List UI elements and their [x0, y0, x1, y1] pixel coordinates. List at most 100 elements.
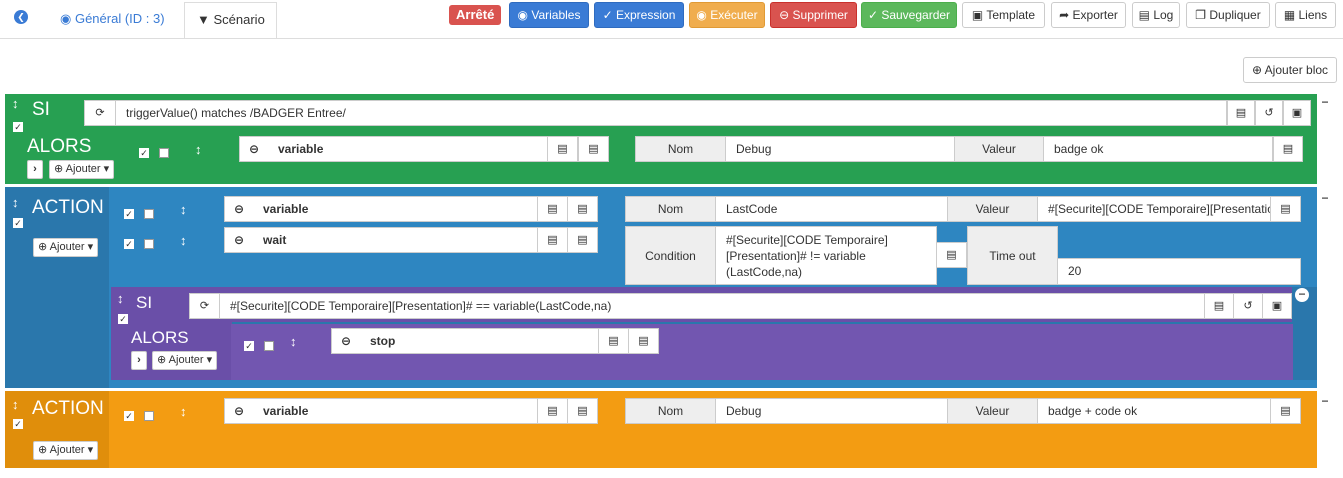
valeur-label: Valeur [947, 398, 1038, 424]
valeur-input[interactable]: #[Securite][CODE Temporaire][Presentatio [1037, 196, 1271, 222]
drag-handle-icon[interactable]: ↕ [117, 291, 124, 306]
collapse-icon[interactable]: › [27, 160, 43, 179]
log-button[interactable]: ▤ Log [1132, 2, 1180, 28]
parallel-checkbox[interactable] [144, 239, 154, 249]
parallel-checkbox[interactable] [144, 209, 154, 219]
enable-checkbox[interactable] [13, 419, 23, 429]
eye-icon: ◉ [517, 8, 532, 22]
add-action-button[interactable]: ⊕ Ajouter ▾ [33, 441, 99, 460]
options-icon[interactable]: ▤ [567, 227, 598, 253]
parallel-checkbox[interactable] [264, 341, 274, 351]
nom-label: Nom [625, 398, 716, 424]
history-icon[interactable]: ↺ [1255, 100, 1283, 126]
drag-handle-icon[interactable]: ↕ [180, 202, 187, 217]
drag-handle-icon[interactable]: ↕ [180, 233, 187, 248]
alors-keyword: ALORS [27, 136, 92, 157]
cube-icon[interactable]: ▣ [1262, 293, 1292, 319]
add-action-button[interactable]: ⊕ Ajouter ▾ [33, 238, 99, 257]
enable-checkbox[interactable] [13, 122, 23, 132]
drag-handle-icon[interactable]: ↕ [195, 142, 202, 157]
enable-checkbox[interactable] [118, 314, 128, 324]
minus-circle-icon[interactable]: ⊖ [249, 142, 259, 156]
list-icon[interactable]: ▤ [1270, 196, 1301, 222]
enable-checkbox[interactable] [139, 148, 149, 158]
options-icon[interactable]: ▤ [567, 398, 598, 424]
links-button[interactable]: ▦ Liens [1275, 2, 1336, 28]
collapse-icon[interactable]: › [131, 351, 147, 370]
condition-textarea[interactable]: #[Securite][CODE Temporaire] [Presentati… [715, 226, 937, 285]
list-icon[interactable]: ▤ [936, 242, 967, 268]
options-icon[interactable]: ▤ [567, 196, 598, 222]
remove-block-icon[interactable]: − [1318, 192, 1332, 206]
delete-button[interactable]: ⊖ Supprimer [770, 2, 857, 28]
minus-circle-icon[interactable]: ⊖ [234, 404, 244, 418]
plus-circle-icon: ⊕ [54, 163, 66, 175]
back-icon[interactable]: ❮ [14, 10, 28, 24]
list-icon[interactable]: ▤ [537, 196, 568, 222]
valeur-label: Valeur [954, 136, 1044, 162]
list-icon[interactable]: ▤ [1273, 136, 1303, 162]
options-icon[interactable]: ▤ [578, 136, 609, 162]
list-icon[interactable]: ▤ [1204, 293, 1234, 319]
add-block-button[interactable]: ⊕ Ajouter bloc [1243, 57, 1337, 83]
tab-general[interactable]: ◉ Général (ID : 3) [60, 8, 165, 30]
history-icon[interactable]: ↺ [1233, 293, 1263, 319]
list-icon[interactable]: ▤ [1270, 398, 1301, 424]
enable-checkbox[interactable] [124, 411, 134, 421]
plus-circle-icon: ⊕ [38, 241, 50, 253]
refresh-icon[interactable]: ⟳ [84, 100, 116, 126]
add-action-button[interactable]: ⊕ Ajouter ▾ [49, 160, 115, 179]
nom-input[interactable]: Debug [715, 398, 948, 424]
minus-circle-icon[interactable]: ⊖ [341, 334, 351, 348]
nom-input[interactable]: Debug [725, 136, 955, 162]
enable-checkbox[interactable] [244, 341, 254, 351]
remove-block-icon[interactable]: − [1318, 395, 1332, 409]
variables-button[interactable]: ◉ Variables [509, 2, 589, 28]
nom-input[interactable]: LastCode [715, 196, 948, 222]
minus-circle-icon[interactable]: ⊖ [234, 202, 244, 216]
drag-handle-icon[interactable]: ↕ [12, 96, 19, 111]
plus-circle-icon: ⊕ [1251, 63, 1265, 77]
add-action-button[interactable]: ⊕ Ajouter ▾ [152, 351, 218, 370]
timeout-label: Time out [967, 226, 1058, 285]
copy-icon: ❐ [1195, 8, 1210, 22]
action-keyword: ACTION [32, 197, 104, 218]
si-keyword: SI [32, 99, 50, 120]
enable-checkbox[interactable] [124, 239, 134, 249]
options-icon[interactable]: ▤ [628, 328, 659, 354]
drag-handle-icon[interactable]: ↕ [12, 195, 19, 210]
list-icon[interactable]: ▤ [1227, 100, 1255, 126]
condition-input[interactable]: triggerValue() matches /BADGER Entree/ [115, 100, 1227, 126]
condition-input[interactable]: #[Securite][CODE Temporaire][Presentatio… [219, 293, 1205, 319]
remove-block-icon[interactable]: − [1318, 96, 1332, 110]
si-keyword: SI [136, 293, 153, 312]
save-button[interactable]: ✓ Sauvegarder [861, 2, 957, 28]
condition-label: Condition [625, 226, 716, 285]
template-button[interactable]: ▣ Template [962, 2, 1045, 28]
enable-checkbox[interactable] [124, 209, 134, 219]
drag-handle-icon[interactable]: ↕ [180, 404, 187, 419]
list-icon[interactable]: ▤ [537, 398, 568, 424]
tab-scenario[interactable]: ▼ Scénario [184, 2, 277, 39]
cube-icon[interactable]: ▣ [1283, 100, 1311, 126]
refresh-icon[interactable]: ⟳ [189, 293, 220, 319]
list-icon[interactable]: ▤ [537, 227, 568, 253]
enable-checkbox[interactable] [13, 218, 23, 228]
list-icon[interactable]: ▤ [547, 136, 578, 162]
list-icon[interactable]: ▤ [598, 328, 629, 354]
timeout-input[interactable]: 20 [1057, 258, 1301, 285]
filter-icon: ▼ [197, 12, 214, 27]
drag-handle-icon[interactable]: ↕ [12, 397, 19, 412]
expression-button[interactable]: ✓ Expression [594, 2, 684, 28]
drag-handle-icon[interactable]: ↕ [290, 334, 297, 349]
remove-block-icon[interactable]: − [1295, 288, 1309, 302]
parallel-checkbox[interactable] [159, 148, 169, 158]
nom-label: Nom [625, 196, 716, 222]
export-button[interactable]: ➦ Exporter [1051, 2, 1126, 28]
valeur-input[interactable]: badge + code ok [1037, 398, 1271, 424]
duplicate-button[interactable]: ❐ Dupliquer [1186, 2, 1270, 28]
parallel-checkbox[interactable] [144, 411, 154, 421]
minus-circle-icon[interactable]: ⊖ [234, 233, 244, 247]
valeur-input[interactable]: badge ok [1043, 136, 1273, 162]
execute-button[interactable]: ◉ Exécuter [689, 2, 765, 28]
